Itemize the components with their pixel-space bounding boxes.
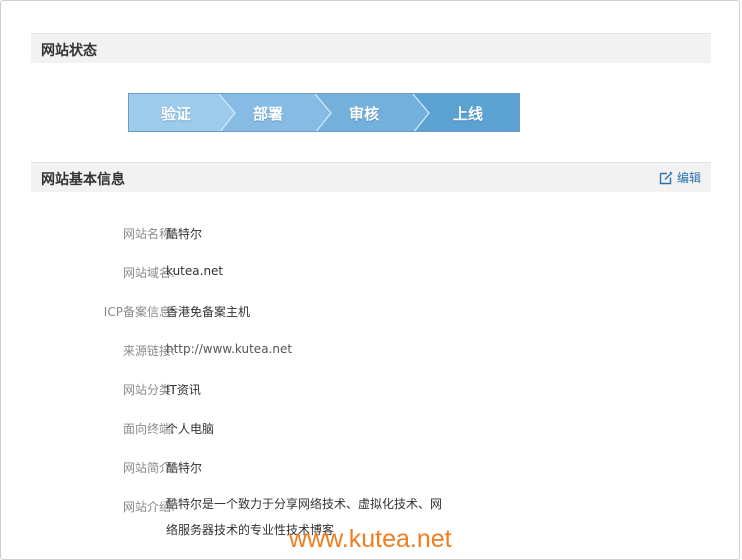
watermark-text: www.kutea.net	[289, 525, 452, 553]
edit-button-label: 编辑	[676, 171, 701, 185]
edit-button[interactable]: 编辑	[659, 169, 701, 186]
step-deploy: 部署	[252, 105, 283, 123]
basic-info-section-header: 网站基本信息 编辑	[31, 162, 711, 192]
step-verify: 验证	[160, 105, 191, 123]
info-value: 个人电脑	[166, 422, 215, 436]
info-value: 酷特尔	[166, 227, 203, 241]
step-online: 上线	[452, 105, 483, 123]
info-value: IT资讯	[166, 383, 201, 397]
status-progress-steps: 验证 部署 审核 上线	[128, 93, 520, 132]
source-link[interactable]: http://www.kutea.net	[166, 342, 292, 356]
info-label: ICP备案信息:	[103, 305, 175, 319]
content-panel	[0, 0, 740, 560]
info-value: kutea.net	[166, 264, 224, 278]
edit-icon	[659, 171, 673, 184]
info-value: 香港免备案主机	[166, 305, 251, 319]
step-review: 审核	[348, 105, 379, 123]
status-section-title: 网站状态	[41, 43, 97, 59]
info-value: 酷特尔	[166, 461, 203, 475]
status-section-header: 网站状态	[31, 33, 711, 63]
basic-info-section-title: 网站基本信息	[41, 172, 125, 188]
